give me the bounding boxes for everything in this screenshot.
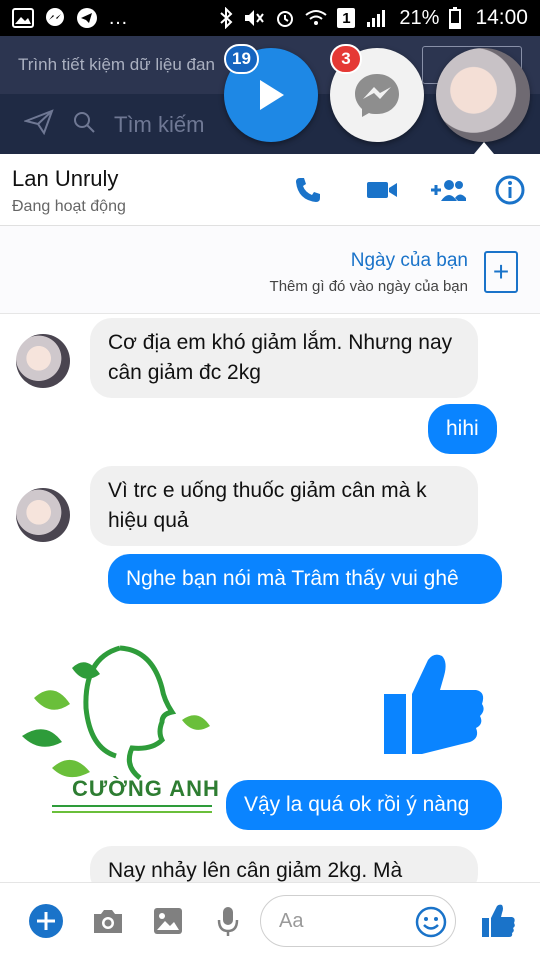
your-day-card[interactable]: Ngày của bạn Thêm gì đó vào ngày của bạn…	[0, 226, 540, 314]
like-button-icon[interactable]	[478, 901, 518, 941]
plus-icon[interactable]	[26, 901, 66, 941]
alarm-icon	[275, 8, 295, 28]
your-day-title[interactable]: Ngày của bạn	[351, 250, 468, 272]
thumbs-up-sticker-icon[interactable]	[382, 650, 486, 758]
active-head-pointer	[474, 142, 494, 154]
mute-icon	[243, 8, 265, 28]
message-bubble-outgoing[interactable]: hihi	[428, 404, 497, 454]
message-input-placeholder: Aa	[279, 910, 304, 932]
chat-header: Lan Unruly Đang hoạt động	[0, 154, 540, 226]
chat-panel: Lan Unruly Đang hoạt động Ngày của bạn T…	[0, 154, 540, 960]
search-placeholder: Tìm kiếm	[114, 112, 205, 137]
gallery-icon	[12, 8, 34, 28]
search-icon	[72, 110, 96, 140]
contact-name[interactable]: Lan Unruly	[12, 166, 118, 192]
play-icon	[260, 80, 284, 110]
emoji-icon[interactable]	[411, 902, 451, 942]
bluetooth-icon	[219, 7, 233, 29]
battery-icon	[449, 7, 462, 29]
message-bubble-incoming[interactable]: Nay nhảy lên cân giảm 2kg. Mà	[90, 846, 478, 884]
gallery-icon[interactable]	[148, 901, 188, 941]
contact-status: Đang hoạt động	[12, 198, 126, 215]
battery-percent: 21%	[399, 6, 440, 29]
message-input[interactable]: Aa	[260, 895, 456, 947]
message-bubble-outgoing[interactable]: Nghe bạn nói mà Trâm thấy vui ghê	[108, 554, 502, 604]
contact-avatar[interactable]	[16, 488, 70, 542]
message-bubble-incoming[interactable]: Cơ địa em khó giảm lắm. Nhưng nay cân gi…	[90, 318, 478, 398]
leaf-face-logo-icon	[22, 645, 212, 813]
message-bubble-outgoing[interactable]: Vậy la quá ok rồi ý nàng	[226, 780, 502, 830]
add-to-day-button[interactable]: +	[484, 251, 518, 293]
signal-icon	[365, 8, 389, 28]
wifi-icon	[305, 9, 328, 27]
telegram-icon	[76, 7, 98, 29]
clock: 14:00	[475, 6, 528, 29]
add-people-icon[interactable]	[428, 170, 468, 210]
brand-name: CƯỜNG ANH	[72, 776, 220, 801]
status-bar: … 1 21% 14:00	[0, 0, 540, 36]
sim-icon: 1	[337, 8, 356, 28]
messenger-icon	[44, 7, 66, 29]
message-bubble-incoming[interactable]: Vì trc e uống thuốc giảm cân mà k hiệu q…	[90, 466, 478, 546]
your-day-subtitle: Thêm gì đó vào ngày của bạn	[269, 278, 468, 295]
data-saver-text: Trình tiết kiệm dữ liệu đan	[18, 55, 215, 74]
microphone-icon[interactable]	[208, 901, 248, 941]
contact-avatar[interactable]	[16, 334, 70, 388]
contact-chat-head-avatar[interactable]	[436, 48, 530, 142]
messenger-logo-icon	[355, 74, 399, 117]
video-head-badge: 19	[224, 44, 259, 74]
camera-icon[interactable]	[88, 901, 128, 941]
send-icon	[22, 109, 54, 141]
message-composer: Aa	[0, 882, 540, 960]
messenger-head-badge: 3	[330, 44, 362, 74]
video-call-icon[interactable]	[362, 170, 402, 210]
phone-icon[interactable]	[288, 170, 328, 210]
more-notifications-icon: …	[108, 6, 128, 29]
info-icon[interactable]	[490, 170, 530, 210]
brand-watermark-logo: CƯỜNG ANH	[12, 628, 226, 836]
